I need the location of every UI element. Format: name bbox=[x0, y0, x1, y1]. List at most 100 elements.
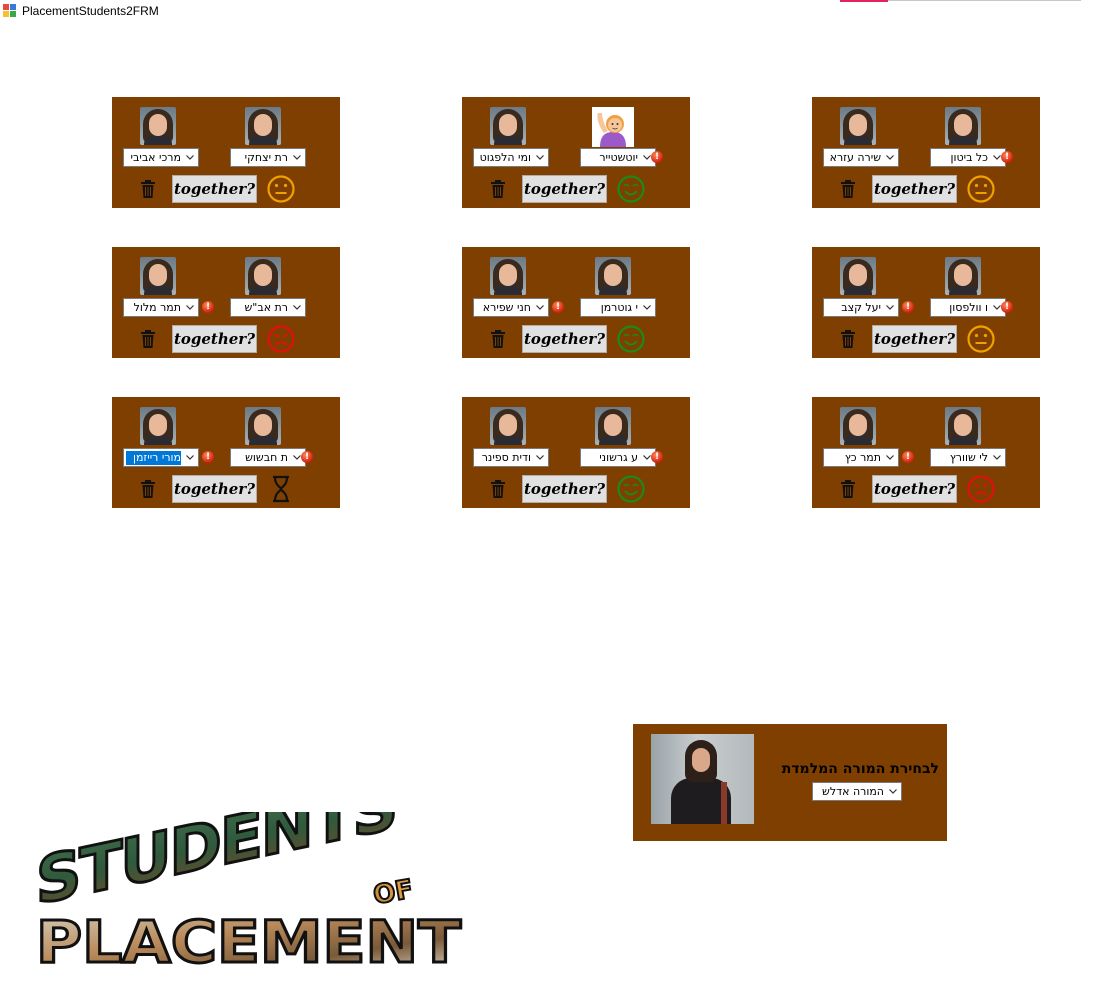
together-button[interactable]: together? bbox=[172, 325, 257, 353]
student-select-right[interactable]: יוטשטייר bbox=[580, 148, 656, 167]
teacher-photo bbox=[651, 734, 754, 824]
chevron-down-icon[interactable] bbox=[642, 302, 652, 312]
warning-icon: ! bbox=[651, 451, 663, 463]
student-select-left[interactable]: ומי הלפגוט bbox=[473, 148, 549, 167]
pair-card: ומי הלפגוט יוטשטייר! together? bbox=[462, 97, 690, 208]
logo-line2: OF bbox=[371, 874, 415, 910]
pair-card: שירה עזרא כל ביטון! together? bbox=[812, 97, 1040, 208]
chevron-down-icon[interactable] bbox=[888, 786, 898, 796]
student-photo-right bbox=[945, 257, 981, 295]
students-of-placement-logo: STUDENTS OF PLACEMENT bbox=[35, 812, 463, 972]
student-select-left[interactable]: חני שפירא bbox=[473, 298, 549, 317]
student-photo-right bbox=[945, 107, 981, 145]
together-button[interactable]: together? bbox=[872, 175, 957, 203]
student-select-right-value: ת חבשוש bbox=[245, 451, 288, 464]
pair-card: תמר מלול! רת אב"ש together? bbox=[112, 247, 340, 358]
student-photo-right bbox=[245, 407, 281, 445]
together-button[interactable]: together? bbox=[872, 475, 957, 503]
together-button[interactable]: together? bbox=[522, 475, 607, 503]
student-select-right-value: ו וולפסון bbox=[949, 301, 988, 314]
student-select-right[interactable]: רת יצחקי bbox=[230, 148, 306, 167]
warning-icon: ! bbox=[301, 451, 313, 463]
neutral-face-icon bbox=[967, 175, 995, 203]
chevron-down-icon[interactable] bbox=[885, 452, 895, 462]
neutral-face-icon bbox=[967, 325, 995, 353]
chevron-down-icon[interactable] bbox=[885, 152, 895, 162]
student-photo-left bbox=[840, 107, 876, 145]
together-button[interactable]: together? bbox=[872, 325, 957, 353]
student-select-right-value: י גוטרמן bbox=[600, 301, 638, 314]
pair-card: יעל קצב! ו וולפסון! together? bbox=[812, 247, 1040, 358]
trash-icon[interactable] bbox=[489, 479, 507, 499]
chevron-down-icon[interactable] bbox=[185, 152, 195, 162]
student-select-right[interactable]: ת חבשוש bbox=[230, 448, 306, 467]
student-select-left[interactable]: תמר כץ bbox=[823, 448, 899, 467]
student-select-left-value: ודית ספינר bbox=[481, 451, 531, 464]
student-select-left-value: יעל קצב bbox=[841, 301, 881, 314]
teacher-panel: לבחירת המורה המלמדת המורה אדלש bbox=[633, 724, 947, 841]
student-select-right[interactable]: ע גרשוני bbox=[580, 448, 656, 467]
teacher-select[interactable]: המורה אדלש bbox=[812, 782, 902, 801]
happy-face-icon bbox=[617, 475, 645, 503]
student-select-left-value: מורי רייזמן bbox=[126, 451, 181, 465]
warning-icon: ! bbox=[202, 301, 214, 313]
student-select-left-value: חני שפירא bbox=[482, 301, 531, 314]
chevron-down-icon[interactable] bbox=[185, 302, 195, 312]
student-photo-left bbox=[140, 257, 176, 295]
teacher-select-value: המורה אדלש bbox=[822, 785, 884, 798]
student-select-left[interactable]: שירה עזרא bbox=[823, 148, 899, 167]
chevron-down-icon[interactable] bbox=[885, 302, 895, 312]
student-photo-left bbox=[490, 407, 526, 445]
chevron-down-icon[interactable] bbox=[185, 452, 195, 462]
trash-icon[interactable] bbox=[489, 329, 507, 349]
trash-icon[interactable] bbox=[839, 329, 857, 349]
trash-icon[interactable] bbox=[839, 479, 857, 499]
together-button[interactable]: together? bbox=[172, 475, 257, 503]
student-select-right[interactable]: לי שוורץ bbox=[930, 448, 1006, 467]
neutral-face-icon bbox=[267, 175, 295, 203]
student-photo-right bbox=[245, 107, 281, 145]
student-select-right-value: רת יצחקי bbox=[244, 151, 288, 164]
titlebar-divider bbox=[888, 0, 1081, 1]
student-photo-left bbox=[490, 257, 526, 295]
chevron-down-icon[interactable] bbox=[535, 302, 545, 312]
student-select-right[interactable]: רת אב"ש bbox=[230, 298, 306, 317]
student-select-right[interactable]: ו וולפסון bbox=[930, 298, 1006, 317]
sad-face-icon bbox=[967, 475, 995, 503]
student-photo-left bbox=[490, 107, 526, 145]
student-photo-left bbox=[840, 257, 876, 295]
student-select-left[interactable]: יעל קצב bbox=[823, 298, 899, 317]
chevron-down-icon[interactable] bbox=[535, 152, 545, 162]
student-select-right[interactable]: כל ביטון bbox=[930, 148, 1006, 167]
student-select-left[interactable]: מורי רייזמן bbox=[123, 448, 199, 467]
student-photo-right bbox=[595, 407, 631, 445]
student-select-right[interactable]: י גוטרמן bbox=[580, 298, 656, 317]
chevron-down-icon[interactable] bbox=[535, 452, 545, 462]
trash-icon[interactable] bbox=[139, 479, 157, 499]
trash-icon[interactable] bbox=[139, 179, 157, 199]
app-icon bbox=[3, 4, 17, 18]
student-select-right-value: כל ביטון bbox=[950, 151, 988, 164]
chevron-down-icon[interactable] bbox=[292, 302, 302, 312]
student-photo-right bbox=[245, 257, 281, 295]
together-button[interactable]: together? bbox=[172, 175, 257, 203]
together-button[interactable]: together? bbox=[522, 325, 607, 353]
trash-icon[interactable] bbox=[839, 179, 857, 199]
chevron-down-icon[interactable] bbox=[992, 452, 1002, 462]
chevron-down-icon[interactable] bbox=[292, 152, 302, 162]
student-photo-right bbox=[595, 257, 631, 295]
together-button[interactable]: together? bbox=[522, 175, 607, 203]
student-select-right-value: ע גרשוני bbox=[599, 451, 638, 464]
pair-card: מרכי אביבי רת יצחקי together? bbox=[112, 97, 340, 208]
student-select-left[interactable]: תמר מלול bbox=[123, 298, 199, 317]
student-select-left[interactable]: ודית ספינר bbox=[473, 448, 549, 467]
warning-icon: ! bbox=[1001, 301, 1013, 313]
title-bar: PlacementStudents2FRM bbox=[0, 0, 1102, 22]
trash-icon[interactable] bbox=[489, 179, 507, 199]
warning-icon: ! bbox=[902, 301, 914, 313]
trash-icon[interactable] bbox=[139, 329, 157, 349]
logo-line1: STUDENTS bbox=[36, 812, 396, 920]
student-select-left[interactable]: מרכי אביבי bbox=[123, 148, 199, 167]
pair-card: תמר כץ! לי שוורץ together? bbox=[812, 397, 1040, 508]
pair-card: חני שפירא! י גוטרמן together? bbox=[462, 247, 690, 358]
